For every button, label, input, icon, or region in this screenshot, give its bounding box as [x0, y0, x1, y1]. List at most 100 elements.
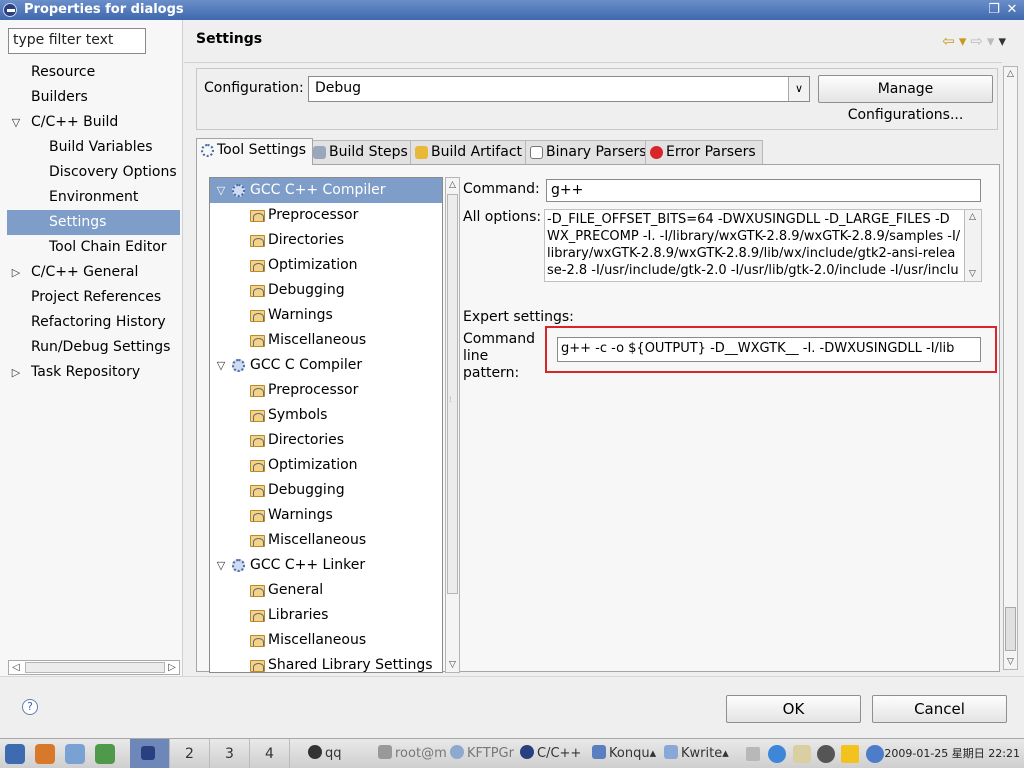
- nav-item-cpp-general[interactable]: ▷ C/C++ General: [7, 260, 180, 285]
- tab-build-steps[interactable]: Build Steps: [308, 140, 415, 164]
- scroll-down-icon[interactable]: ▽: [1004, 655, 1017, 669]
- scroll-up-icon[interactable]: △: [1004, 67, 1017, 81]
- nav-item-run-debug-settings[interactable]: Run/Debug Settings: [7, 335, 180, 360]
- ok-button[interactable]: OK: [726, 695, 861, 723]
- nav-item-resource[interactable]: Resource: [7, 60, 180, 85]
- clipboard-icon[interactable]: [746, 747, 760, 761]
- scroll-down-icon[interactable]: ▽: [965, 267, 980, 281]
- task-terminal[interactable]: root@m: [378, 739, 447, 768]
- nav-horizontal-scrollbar[interactable]: ◁ ▷: [8, 660, 180, 675]
- all-options-scrollbar[interactable]: △ ▽: [964, 210, 981, 281]
- scroll-thumb[interactable]: [447, 194, 458, 594]
- nav-item-tool-chain-editor[interactable]: Tool Chain Editor: [7, 235, 180, 260]
- tree-item-gcc-c-compiler[interactable]: ▽ GCC C Compiler: [210, 353, 442, 378]
- tab-tool-settings[interactable]: Tool Settings: [196, 138, 314, 165]
- tree-item[interactable]: Optimization: [210, 453, 442, 478]
- nav-item-discovery-options[interactable]: Discovery Options: [7, 160, 180, 185]
- tree-item[interactable]: Warnings: [210, 303, 442, 328]
- view-menu-icon[interactable]: ▾: [998, 32, 1010, 50]
- qq-tray-icon[interactable]: [817, 745, 835, 763]
- manage-configurations-button[interactable]: Manage Configurations...: [818, 75, 993, 123]
- scroll-thumb[interactable]: [1005, 607, 1016, 651]
- nav-item-builders[interactable]: Builders: [7, 85, 180, 110]
- network-status-icon[interactable]: [866, 745, 884, 763]
- globe-icon[interactable]: [768, 745, 786, 763]
- back-arrow-icon[interactable]: ⇦▾: [942, 32, 970, 50]
- tab-build-artifact[interactable]: Build Artifact: [410, 140, 529, 164]
- expanded-twisty-icon[interactable]: ▽: [214, 353, 228, 378]
- task-eclipse[interactable]: C/C++: [520, 739, 581, 768]
- tree-item[interactable]: Directories: [210, 428, 442, 453]
- tree-item[interactable]: Libraries: [210, 603, 442, 628]
- tab-error-parsers[interactable]: Error Parsers: [645, 140, 763, 164]
- tree-item[interactable]: Debugging: [210, 478, 442, 503]
- forward-arrow-icon[interactable]: ⇨▾: [970, 32, 998, 50]
- all-options-textarea[interactable]: -D_FILE_OFFSET_BITS=64 -DWXUSINGDLL -D_L…: [544, 209, 982, 282]
- clock: 2009-01-25 星期日 22:21: [884, 747, 1020, 760]
- expanded-twisty-icon[interactable]: ▽: [214, 553, 228, 578]
- nav-item-cpp-build[interactable]: ▽ C/C++ Build: [7, 110, 180, 135]
- scroll-left-icon[interactable]: ◁: [9, 661, 23, 674]
- tree-item-gcc-cpp-linker[interactable]: ▽ GCC C++ Linker: [210, 553, 442, 578]
- tree-item[interactable]: Preprocessor: [210, 378, 442, 403]
- desktop-4-button[interactable]: 4: [250, 739, 290, 768]
- chevron-down-icon[interactable]: ∨: [788, 77, 809, 101]
- restore-icon[interactable]: ❐: [986, 2, 1002, 18]
- tree-item[interactable]: Symbols: [210, 403, 442, 428]
- tree-vertical-scrollbar[interactable]: △ ▽: [445, 177, 460, 673]
- tree-item[interactable]: Shared Library Settings: [210, 653, 442, 672]
- help-icon[interactable]: ?: [22, 699, 38, 715]
- close-icon[interactable]: ✕: [1004, 2, 1020, 18]
- tree-item[interactable]: Optimization: [210, 253, 442, 278]
- desktop-1-button[interactable]: [130, 739, 170, 768]
- task-qq[interactable]: qq: [308, 739, 342, 768]
- task-kwrite[interactable]: Kwrite▴: [664, 739, 729, 768]
- scroll-right-icon[interactable]: ▷: [165, 661, 179, 674]
- task-konqueror[interactable]: Konqu▴: [592, 739, 656, 768]
- settings-icon[interactable]: [95, 744, 115, 764]
- home-icon[interactable]: [35, 744, 55, 764]
- kde-menu-icon[interactable]: [5, 744, 25, 764]
- command-input[interactable]: g++: [546, 179, 981, 202]
- expanded-twisty-icon[interactable]: ▽: [214, 178, 228, 203]
- scroll-thumb[interactable]: [25, 662, 165, 673]
- nav-item-refactoring-history[interactable]: Refactoring History: [7, 310, 180, 335]
- tree-item-gcc-cpp-compiler[interactable]: ▽ GCC C++ Compiler: [210, 178, 442, 203]
- eclipse-icon: [3, 3, 17, 17]
- task-kftpgrabber[interactable]: KFTPGr: [450, 739, 514, 768]
- scroll-up-icon[interactable]: △: [965, 210, 980, 224]
- scroll-down-icon[interactable]: ▽: [446, 658, 459, 672]
- desktop-2-button[interactable]: 2: [170, 739, 210, 768]
- page-vertical-scrollbar[interactable]: △ ▽: [1003, 66, 1018, 670]
- nav-item-settings[interactable]: Settings: [7, 210, 180, 235]
- tree-item[interactable]: Debugging: [210, 278, 442, 303]
- tree-item[interactable]: Miscellaneous: [210, 528, 442, 553]
- nav-item-task-repository[interactable]: ▷ Task Repository: [7, 360, 180, 385]
- tree-item[interactable]: Preprocessor: [210, 203, 442, 228]
- star-icon[interactable]: [841, 745, 859, 763]
- cancel-button[interactable]: Cancel: [872, 695, 1007, 723]
- all-options-label: All options:: [463, 209, 542, 225]
- tree-item[interactable]: Miscellaneous: [210, 628, 442, 653]
- nav-item-label: Tool Chain Editor: [49, 239, 167, 255]
- nav-item-build-variables[interactable]: Build Variables: [7, 135, 180, 160]
- nav-item-project-references[interactable]: Project References: [7, 285, 180, 310]
- nav-item-environment[interactable]: Environment: [7, 185, 180, 210]
- tree-item[interactable]: General: [210, 578, 442, 603]
- configuration-select[interactable]: Debug ∨: [308, 76, 810, 102]
- tree-item[interactable]: Warnings: [210, 503, 442, 528]
- network-icon[interactable]: [65, 744, 85, 764]
- collapsed-twisty-icon[interactable]: ▷: [9, 360, 23, 385]
- expanded-twisty-icon[interactable]: ▽: [9, 110, 23, 135]
- filter-input[interactable]: type filter text: [8, 28, 146, 54]
- kopete-icon[interactable]: [793, 745, 811, 763]
- collapsed-twisty-icon[interactable]: ▷: [9, 260, 23, 285]
- tab-binary-parsers[interactable]: Binary Parsers: [525, 140, 654, 164]
- tree-item[interactable]: Directories: [210, 228, 442, 253]
- scroll-up-icon[interactable]: △: [446, 178, 459, 192]
- sash-grip-icon[interactable]: ⁞: [449, 396, 453, 407]
- tree-item[interactable]: Miscellaneous: [210, 328, 442, 353]
- desktop-3-button[interactable]: 3: [210, 739, 250, 768]
- command-line-pattern-input[interactable]: g++ -c -o ${OUTPUT} -D__WXGTK__ -I. -DWX…: [557, 337, 981, 362]
- tree-item-label: Directories: [268, 232, 345, 248]
